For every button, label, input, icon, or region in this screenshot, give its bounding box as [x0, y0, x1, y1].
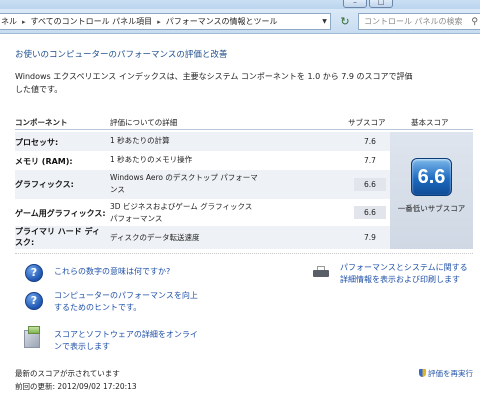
subscore-value: 6.6 [354, 178, 386, 191]
print-details-link[interactable]: パフォーマンスとシステムに関する詳細情報を表示および印刷します [340, 262, 475, 286]
component-name: プロセッサ: [15, 138, 59, 147]
page-description: Windows エクスペリエンス インデックスは、主要なシステム コンポーネント… [15, 72, 413, 94]
refresh-icon[interactable]: ↻ [337, 15, 353, 29]
breadcrumb-performance[interactable]: パフォーマンスの情報とツール [166, 16, 278, 27]
address-dropdown-icon[interactable]: ▼ [319, 14, 330, 29]
base-score-caption: 一番低いサブスコア [397, 204, 466, 213]
column-header-subscore: サブスコア [348, 118, 386, 127]
component-detail: 1 秒あたりのメモリ操作 [110, 155, 193, 164]
uac-shield-icon [419, 369, 426, 377]
maximize-button[interactable]: □ [369, 0, 393, 8]
subscore-value: 7.9 [364, 233, 376, 242]
component-detail: 1 秒あたりの計算 [110, 136, 170, 145]
rerun-assessment-link[interactable]: 評価を再実行 [419, 368, 473, 379]
table-row: グラフィックス: Windows Aero のデスクトップ パフォーマンス 6.… [15, 170, 390, 199]
score-status-text: 最新のスコアが示されています [15, 369, 120, 378]
table-row: プロセッサ: 1 秒あたりの計算 7.6 [15, 132, 390, 151]
component-detail: Windows Aero のデスクトップ パフォーマンス [110, 173, 258, 194]
window-title-bar: – □ [0, 0, 480, 9]
subscore-value: 6.6 [354, 206, 386, 219]
column-header-details: 評価についての詳細 [110, 118, 178, 127]
address-bar-row: ネル ▸ すべてのコントロール パネル項目 ▸ パフォーマンスの情報とツール ▼… [0, 9, 480, 34]
column-header-component: コンポーネント [15, 118, 68, 127]
component-name: ゲーム用グラフィックス: [15, 209, 106, 218]
table-row: ゲーム用グラフィックス: 3D ビジネスおよびゲーム グラフィックス パフォーマ… [15, 199, 390, 226]
subscore-value: 7.6 [364, 137, 376, 146]
base-score-badge: 6.6 [411, 158, 452, 196]
section-divider [15, 253, 473, 254]
subscore-value: 7.7 [364, 156, 376, 165]
component-name: グラフィックス: [15, 180, 74, 189]
search-placeholder: コントロール パネルの検索 [364, 17, 463, 26]
search-icon[interactable]: ⚲ [471, 15, 478, 29]
meaning-link[interactable]: これらの数字の意味は何ですか? [54, 266, 170, 278]
rerun-label: 評価を再実行 [428, 369, 473, 378]
search-input[interactable]: コントロール パネルの検索 ⚲ [358, 13, 480, 30]
table-row: プライマリ ハード ディスク: ディスクのデータ転送速度 7.9 [15, 226, 390, 249]
table-row: メモリ (RAM): 1 秒あたりのメモリ操作 7.7 [15, 151, 390, 170]
help-question-icon: ? [25, 264, 43, 282]
printer-icon [313, 266, 329, 279]
component-name: メモリ (RAM): [15, 157, 73, 166]
performance-tips-link[interactable]: コンピューターのパフォーマンスを向上するためのヒントです。 [54, 290, 199, 314]
breadcrumb-separator-icon[interactable]: ▸ [157, 18, 161, 26]
breadcrumb-all-items[interactable]: すべてのコントロール パネル項目 [31, 16, 153, 27]
breadcrumb-control-panel[interactable]: ネル [1, 16, 17, 27]
online-details-link[interactable]: スコアとソフトウェアの詳細をオンラインで表示します [54, 329, 199, 353]
component-name: プライマリ ハード ディスク: [15, 227, 101, 247]
main-content: お使いのコンピューターのパフォーマンスの評価と改善 Windows エクスペリエ… [0, 35, 480, 411]
breadcrumb-separator-icon[interactable]: ▸ [22, 18, 26, 26]
minimize-button[interactable]: – [343, 0, 367, 8]
page-title: お使いのコンピューターのパフォーマンスの評価と改善 [15, 50, 228, 60]
component-detail: ディスクのデータ転送速度 [110, 233, 200, 242]
base-score-panel: 6.6 一番低いサブスコア [390, 132, 473, 249]
software-box-icon [22, 326, 44, 350]
help-question-icon: ? [25, 292, 43, 310]
component-detail: 3D ビジネスおよびゲーム グラフィックス パフォーマンス [110, 202, 253, 223]
header-divider [15, 129, 473, 130]
column-header-basescore: 基本スコア [411, 118, 449, 127]
address-bar[interactable]: ネル ▸ すべてのコントロール パネル項目 ▸ パフォーマンスの情報とツール ▼ [0, 13, 331, 30]
last-update-text: 前回の更新: 2012/09/02 17:20:13 [15, 382, 137, 391]
